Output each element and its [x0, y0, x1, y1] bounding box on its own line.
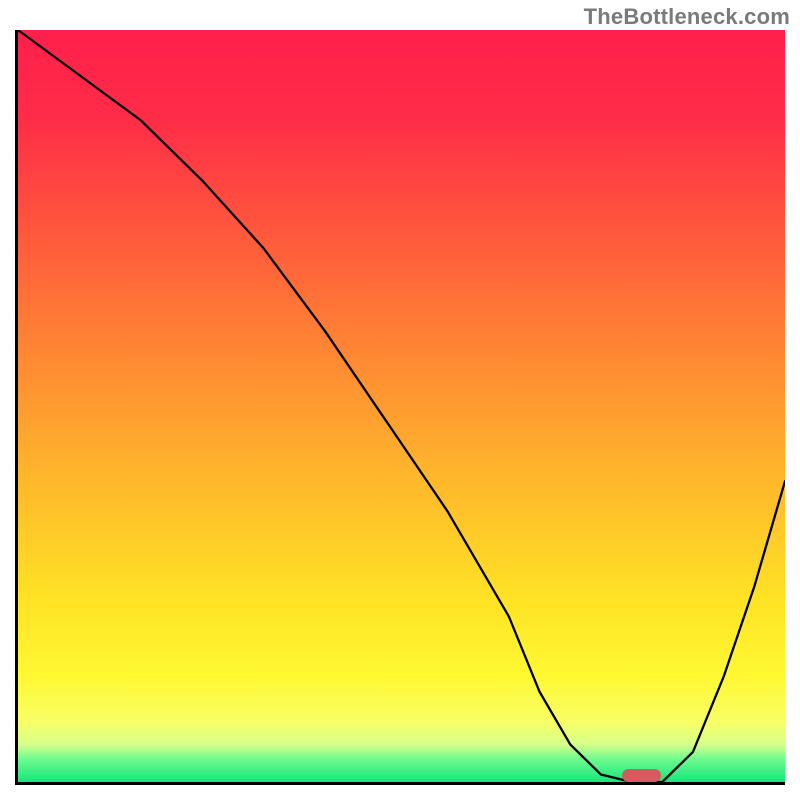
bottleneck-curve [18, 30, 785, 782]
optimal-marker [622, 769, 661, 782]
attribution-text: TheBottleneck.com [584, 4, 790, 30]
chart-area [15, 30, 785, 785]
chart-svg [18, 30, 785, 782]
